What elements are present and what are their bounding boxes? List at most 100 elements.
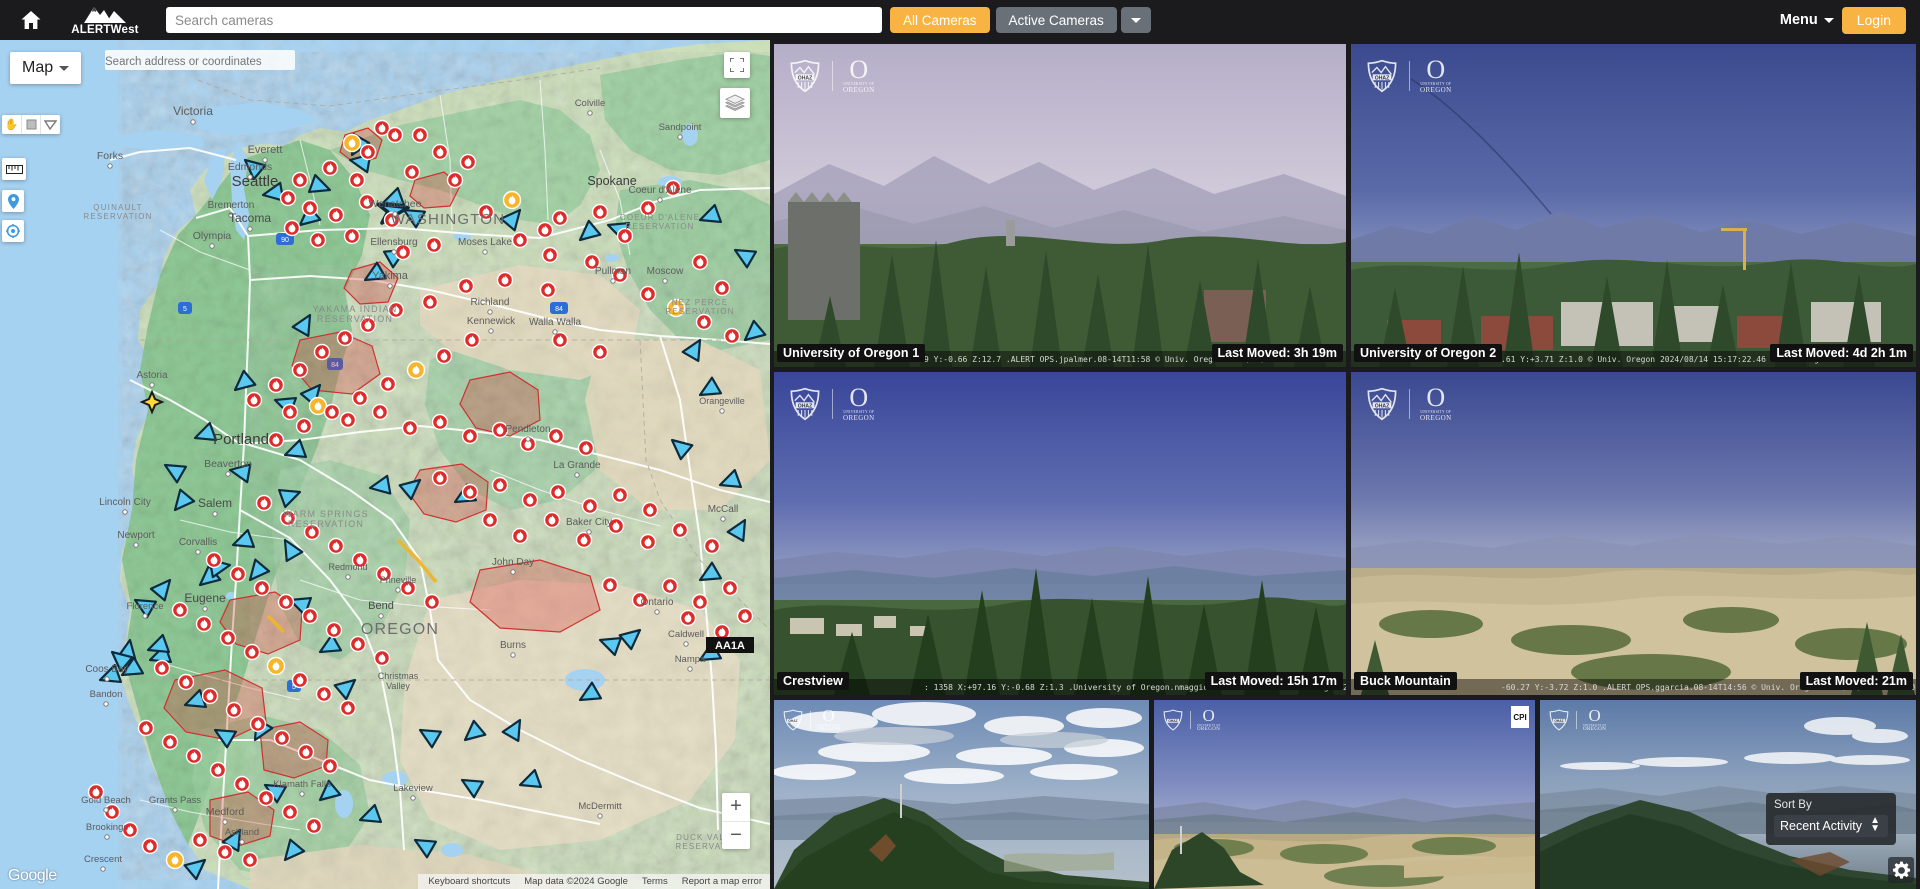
zoom-out-button[interactable]: − [722, 822, 750, 850]
fire-detection-marker[interactable] [541, 246, 559, 264]
fire-detection-marker[interactable] [339, 411, 357, 429]
fire-detection-marker[interactable] [253, 579, 271, 597]
fire-detection-marker[interactable] [165, 850, 185, 870]
fire-detection-marker[interactable] [457, 277, 475, 295]
fire-detection-marker[interactable] [297, 743, 315, 761]
fire-detection-marker[interactable] [161, 733, 179, 751]
fire-detection-marker[interactable] [266, 656, 286, 676]
fire-detection-marker[interactable] [321, 159, 339, 177]
map-canvas[interactable]: 5 84 90 84 5 [0, 40, 770, 889]
login-button[interactable]: Login [1841, 6, 1906, 34]
fire-detection-marker[interactable] [137, 719, 155, 737]
fire-detection-marker[interactable] [463, 331, 481, 349]
camera-tile-6[interactable]: OHAZ O UNIVERSITY OF OREGON CPI [1154, 700, 1535, 889]
camera-tile-buck-mountain[interactable]: OHAZ O UNIVERSITY OF OREGON -60.27 Y:-3.72… [1351, 372, 1916, 695]
fire-detection-marker[interactable] [695, 313, 713, 331]
fire-detection-marker[interactable] [283, 219, 301, 237]
fire-detection-marker[interactable] [536, 221, 554, 239]
fire-detection-marker[interactable] [543, 511, 561, 529]
hand-pan-icon[interactable]: ✋ [2, 115, 22, 134]
fire-detection-marker[interactable] [461, 483, 479, 501]
fire-detection-marker[interactable] [403, 163, 421, 181]
fire-detection-marker[interactable] [327, 537, 345, 555]
fire-detection-marker[interactable] [679, 609, 697, 627]
fire-detection-marker[interactable] [435, 347, 453, 365]
crosshair-locate-icon[interactable] [2, 220, 24, 242]
fire-detection-marker[interactable] [295, 417, 313, 435]
fire-detection-marker[interactable] [273, 729, 291, 747]
layers-stack-icon[interactable] [720, 88, 750, 118]
fire-detection-marker[interactable] [277, 593, 295, 611]
camera-tile-5[interactable]: OHAZ O UNIVERSITY OF OREGON [774, 700, 1149, 889]
fire-detection-marker[interactable] [691, 253, 709, 271]
fire-detection-marker[interactable] [243, 643, 261, 661]
fire-detection-marker[interactable] [401, 419, 419, 437]
fire-detection-marker[interactable] [481, 511, 499, 529]
fire-detection-marker[interactable] [348, 171, 366, 189]
keyboard-shortcuts-link[interactable]: Keyboard shortcuts [428, 876, 510, 887]
fire-detection-marker[interactable] [225, 701, 243, 719]
map-pin-icon[interactable] [2, 190, 24, 212]
camera-tile-university-of-oregon-1[interactable]: OHAZ O UNIVERSITY OF OREGON 9 Y:-0.66 Z:… [774, 44, 1346, 367]
fire-detection-marker[interactable] [325, 621, 343, 639]
fire-detection-marker[interactable] [343, 227, 361, 245]
fire-detection-marker[interactable] [611, 486, 629, 504]
fire-detection-marker[interactable] [425, 236, 443, 254]
fire-detection-marker[interactable] [301, 607, 319, 625]
fire-detection-marker[interactable] [233, 775, 251, 793]
fire-detection-marker[interactable] [177, 673, 195, 691]
camera-tile-university-of-oregon-2[interactable]: OHAZ O UNIVERSITY OF OREGON .61 Y:+3.71 Z:… [1351, 44, 1916, 367]
zoom-in-button[interactable]: + [722, 793, 750, 822]
fire-detection-marker[interactable] [575, 531, 593, 549]
sort-by-select[interactable]: Recent ActivityNameDistance [1774, 815, 1888, 837]
fire-detection-marker[interactable] [349, 635, 367, 653]
fire-detection-marker[interactable] [671, 521, 689, 539]
fire-detection-marker[interactable] [736, 607, 754, 625]
map-type-button[interactable]: Map [10, 52, 82, 84]
fire-detection-marker[interactable] [281, 403, 299, 421]
fire-detection-marker[interactable] [431, 143, 449, 161]
fire-detection-marker[interactable] [309, 231, 327, 249]
report-map-error-link[interactable]: Report a map error [682, 876, 762, 887]
fire-detection-marker[interactable] [423, 593, 441, 611]
all-cameras-button[interactable]: All Cameras [890, 7, 990, 33]
fire-detection-marker[interactable] [323, 403, 341, 421]
fire-detection-marker[interactable] [691, 593, 709, 611]
fire-detection-marker[interactable] [305, 817, 323, 835]
fire-detection-marker[interactable] [351, 389, 369, 407]
fire-detection-marker[interactable] [591, 343, 609, 361]
fire-detection-marker[interactable] [551, 209, 569, 227]
gear-icon[interactable] [1888, 857, 1914, 883]
fire-detection-marker[interactable] [245, 391, 263, 409]
fire-detection-marker[interactable] [496, 271, 514, 289]
fire-detection-marker[interactable] [491, 476, 509, 494]
home-icon[interactable] [10, 8, 52, 32]
fire-detection-marker[interactable] [511, 231, 529, 249]
fire-detection-marker[interactable] [291, 171, 309, 189]
fire-detection-marker[interactable] [547, 427, 565, 445]
fire-detection-marker[interactable] [339, 699, 357, 717]
fire-detection-marker[interactable] [639, 285, 657, 303]
rectangle-select-icon[interactable] [22, 115, 42, 134]
fire-detection-marker[interactable] [721, 579, 739, 597]
fire-detection-marker[interactable] [257, 789, 275, 807]
alertwest-logo[interactable]: ALERTWest [64, 4, 146, 36]
active-cameras-button[interactable]: Active Cameras [995, 7, 1117, 33]
fire-detection-marker[interactable] [241, 851, 259, 869]
fullscreen-icon[interactable] [724, 52, 750, 78]
fire-detection-marker[interactable] [461, 427, 479, 445]
polygon-select-icon[interactable] [41, 115, 60, 134]
fire-detection-marker[interactable] [549, 483, 567, 501]
fire-detection-marker[interactable] [201, 687, 219, 705]
fire-detection-marker[interactable] [639, 533, 657, 551]
fire-detection-marker[interactable] [723, 327, 741, 345]
address-search-input[interactable] [105, 52, 295, 72]
menu-button[interactable]: Menu [1780, 12, 1834, 28]
fire-detection-marker[interactable] [713, 279, 731, 297]
fire-detection-marker[interactable] [373, 649, 391, 667]
fire-detection-marker[interactable] [321, 757, 339, 775]
fire-detection-marker[interactable] [591, 203, 609, 221]
fire-detection-marker[interactable] [421, 293, 439, 311]
fire-detection-marker[interactable] [359, 143, 377, 161]
fire-detection-marker[interactable] [371, 403, 389, 421]
